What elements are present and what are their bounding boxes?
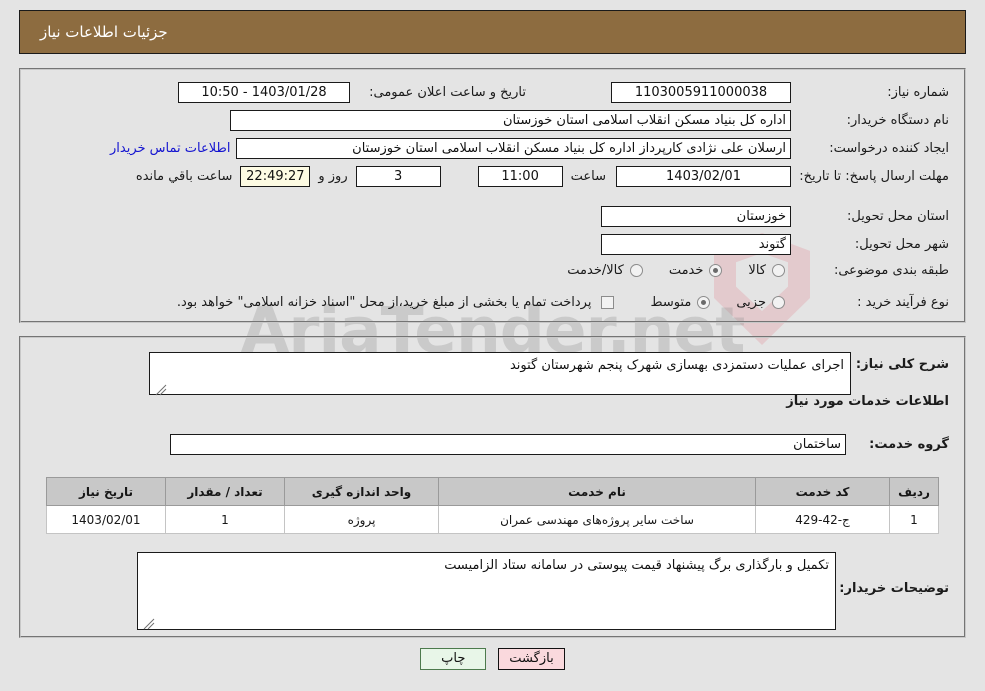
treasury-text: پرداخت تمام یا بخشی از مبلغ خرید،از محل …: [176, 295, 592, 311]
radio-motavaset-icon[interactable]: [697, 296, 711, 310]
print-button[interactable]: چاپ: [420, 648, 487, 670]
deadline-time-value: 11:00: [477, 166, 563, 187]
cell-need-date: 1403/02/01: [46, 505, 166, 534]
general-description-textarea[interactable]: اجرای عملیات دستمزدی بهسازی شهرک پنجم شه…: [149, 352, 851, 395]
buyer-notes-row: توضیحات خریدار: تکمیل و بارگذاری برگ پیش…: [137, 552, 949, 630]
requester-row: ایجاد کننده درخواست: ارسلان علی نژادی کا…: [110, 138, 949, 159]
category-option-kala-khedmat[interactable]: کالا/خدمت: [567, 263, 643, 278]
col-quantity: تعداد / مقدار: [165, 477, 285, 506]
category-row: طبقه بندی موضوعی: کالا خدمت کالا/خدمت: [541, 262, 949, 280]
city-value: گتوند: [601, 234, 791, 255]
buyer-org-row: نام دستگاه خریدار: اداره کل بنیاد مسکن ا…: [230, 110, 949, 131]
remaining-days-value: 3: [355, 166, 441, 187]
category-option-khedmat[interactable]: خدمت: [669, 263, 723, 278]
province-label: استان محل تحویل:: [847, 208, 949, 224]
col-unit: واحد اندازه گیری: [284, 477, 439, 506]
category-option-khedmat-label: خدمت: [668, 263, 704, 279]
cell-service-code: ج-42-429: [755, 505, 890, 534]
radio-kala-icon[interactable]: [772, 264, 785, 278]
general-description-resize-grip[interactable]: [155, 382, 169, 396]
category-option-kala-label: کالا: [748, 263, 766, 279]
city-label: شهر محل تحویل:: [854, 236, 949, 252]
footer-actions: بازگشت چاپ: [0, 648, 985, 670]
requester-label: ایجاد کننده درخواست:: [829, 140, 949, 156]
treasury-option[interactable]: پرداخت تمام یا بخشی از مبلغ خرید،از محل …: [177, 295, 615, 310]
col-need-date: تاریخ نیاز: [46, 477, 166, 506]
buyer-notes-label: توضیحات خریدار:: [839, 581, 949, 596]
announce-date-value: 1403/01/28 - 10:50: [178, 82, 350, 103]
table-header-row: ردیف کد خدمت نام خدمت واحد اندازه گیری ت…: [46, 477, 939, 506]
service-group-value: ساختمان: [170, 434, 846, 455]
announce-date-label: تاریخ و ساعت اعلان عمومی:: [369, 84, 526, 100]
page-header: جزئیات اطلاعات نیاز: [19, 10, 966, 54]
need-number-row: شماره نیاز: 1103005911000038: [611, 82, 949, 103]
col-service-code: کد خدمت: [755, 477, 890, 506]
process-label: نوع فرآیند خرید :: [857, 295, 949, 310]
announce-date-row: تاریخ و ساعت اعلان عمومی: 1403/01/28 - 1…: [178, 82, 526, 103]
services-heading: اطلاعات خدمات مورد نیاز: [786, 394, 949, 409]
hour-label: ساعت: [570, 168, 606, 184]
deadline-label: مهلت ارسال پاسخ: تا تاریخ:: [799, 168, 949, 184]
service-group-row: گروه خدمت: ساختمان: [170, 434, 949, 455]
table-row: 1 ج-42-429 ساخت سایر پروژه‌های مهندسی عم…: [46, 505, 939, 534]
service-group-label: گروه خدمت:: [869, 436, 949, 452]
city-row: شهر محل تحویل: گتوند: [601, 234, 949, 255]
process-option-motavaset[interactable]: متوسط: [650, 295, 711, 311]
col-service-name: نام خدمت: [438, 477, 756, 506]
need-number-value: 1103005911000038: [611, 82, 791, 103]
need-info-panel: [19, 68, 966, 323]
countdown-value: 22:49:27: [240, 166, 311, 187]
category-label: طبقه بندی موضوعی:: [833, 263, 949, 278]
radio-jozi-icon[interactable]: [772, 296, 785, 310]
radio-khedmat-icon[interactable]: [709, 264, 723, 278]
back-button[interactable]: بازگشت: [498, 648, 565, 670]
process-row: نوع فرآیند خرید : جزیی متوسط پرداخت تمام…: [151, 294, 949, 312]
checkbox-treasury-icon[interactable]: [601, 296, 615, 310]
cell-service-name: ساخت سایر پروژه‌های مهندسی عمران: [438, 505, 756, 534]
general-description-row: شرح کلی نیاز: اجرای عملیات دستمزدی بهساز…: [149, 352, 949, 395]
buyer-contact-link[interactable]: اطلاعات تماس خریدار: [110, 141, 230, 156]
radio-kala-khedmat-icon[interactable]: [629, 264, 643, 278]
process-option-jozi-label: جزیی: [736, 295, 766, 311]
buyer-notes-textarea[interactable]: تکمیل و بارگذاری برگ پیشنهاد قیمت پیوستی…: [137, 552, 836, 630]
deadline-date-value: 1403/02/01: [616, 166, 791, 187]
province-row: استان محل تحویل: خوزستان: [601, 206, 949, 227]
category-option-kala[interactable]: کالا: [748, 263, 785, 278]
requester-value: ارسلان علی نژادی کارپرداز اداره کل بنیاد…: [236, 138, 791, 159]
category-option-kala-khedmat-label: کالا/خدمت: [567, 263, 624, 279]
buyer-org-label: نام دستگاه خریدار:: [846, 112, 949, 128]
province-value: خوزستان: [601, 206, 791, 227]
cell-quantity: 1: [165, 505, 285, 534]
deadline-row: مهلت ارسال پاسخ: تا تاریخ: 1403/02/01 سا…: [136, 166, 949, 187]
services-table-wrapper: ردیف کد خدمت نام خدمت واحد اندازه گیری ت…: [46, 477, 939, 534]
remaining-hours-label: ساعت باقي مانده: [135, 168, 233, 184]
general-description-label: شرح کلی نیاز:: [855, 357, 949, 372]
buyer-org-value: اداره کل بنیاد مسکن انقلاب اسلامی استان …: [230, 110, 791, 131]
process-option-motavaset-label: متوسط: [650, 295, 692, 311]
col-row-no: ردیف: [889, 477, 939, 506]
cell-row-no: 1: [889, 505, 939, 534]
process-option-jozi[interactable]: جزیی: [736, 295, 785, 310]
need-number-label: شماره نیاز:: [887, 84, 949, 100]
days-label: روز و: [318, 168, 348, 184]
cell-unit: پروژه: [284, 505, 439, 534]
page-title: جزئیات اطلاعات نیاز: [40, 23, 168, 41]
buyer-notes-resize-grip[interactable]: [143, 616, 157, 630]
services-table: ردیف کد خدمت نام خدمت واحد اندازه گیری ت…: [46, 477, 939, 534]
